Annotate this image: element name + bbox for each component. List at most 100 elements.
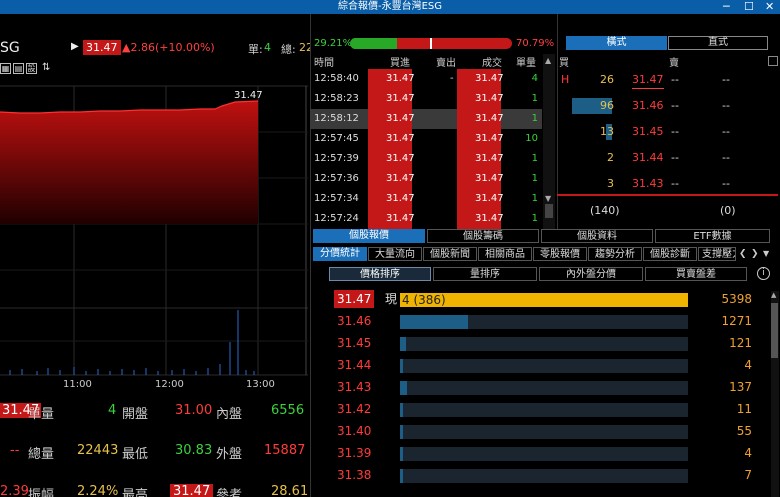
tick-row[interactable]: 12:57:39 31.47 31.47 1 (310, 149, 542, 169)
price-dist-row[interactable]: 31.43 137 (310, 377, 780, 397)
orderbook-row[interactable]: H 26 31.47 -- -- (557, 70, 780, 90)
dist-bar (400, 425, 403, 439)
tick-vol: 1 (531, 93, 538, 104)
tick-row[interactable]: 12:58:12 31.47 31.47 1 (310, 109, 542, 129)
tab-stock-quote[interactable]: 個股報價 (313, 229, 425, 243)
orderbook-row[interactable]: 96 31.46 -- -- (557, 96, 780, 116)
dist-vol: 55 (736, 424, 752, 438)
sell-label: 賣 (669, 58, 679, 69)
header-vol: 4 (264, 41, 271, 54)
tick-row[interactable]: 12:57:45 31.47 31.47 10 (310, 129, 542, 149)
tick-ask: - (450, 73, 454, 84)
tick-time: 12:57:34 (314, 193, 359, 204)
dist-vol: 4 (744, 358, 752, 372)
tick-vol: 1 (531, 173, 538, 184)
tab-stock-chips[interactable]: 個股籌碼 (427, 229, 539, 243)
price-dist-row[interactable]: 31.42 11 (310, 399, 780, 419)
tab-menu-icon[interactable]: ▼ (763, 247, 773, 261)
tab-prev-icon[interactable]: ❮ (739, 247, 749, 261)
bid-vol: 26 (600, 73, 614, 86)
ask-price: -- (671, 99, 679, 112)
grid-icon[interactable]: ▤ (13, 63, 24, 74)
settings-icon[interactable]: 設 (26, 63, 37, 74)
subtab-stock-news[interactable]: 個股新聞 (423, 247, 477, 261)
subtab-volume-flow[interactable]: 大量流向 (368, 247, 422, 261)
scroll-up-icon[interactable]: ▲ (545, 56, 551, 65)
bar-sort-icon[interactable]: ⇅ (42, 62, 50, 73)
price-dist-row[interactable]: 31.45 121 (310, 333, 780, 353)
orderbook-row[interactable]: 3 31.43 -- -- (557, 174, 780, 194)
dist-bar (400, 381, 407, 395)
dist-vol: 137 (729, 380, 752, 394)
dist-bar (400, 337, 406, 351)
bid-price: 31.44 (632, 151, 664, 164)
tick-scrollbar[interactable]: ▲ ▼ (543, 54, 555, 229)
header-price: 31.47 (83, 40, 121, 55)
tab-stock-info[interactable]: 個股資料 (541, 229, 653, 243)
dist-price: 31.39 (337, 446, 372, 460)
quote-row: 2.39 振幅 2.24% 最高 31.47 參考 28.61 (0, 484, 308, 497)
subtab-price-stats[interactable]: 分價統計 (313, 247, 367, 261)
subtab-trend[interactable]: 趨勢分析 (588, 247, 642, 261)
tick-time: 12:57:36 (314, 173, 359, 184)
calendar-icon[interactable]: ▦ (0, 63, 11, 74)
sort-price[interactable]: 價格排序 (329, 267, 431, 281)
tab-next-icon[interactable]: ❯ (751, 247, 761, 261)
quote-label: 外盤 (216, 447, 243, 462)
dist-bar (400, 403, 403, 417)
play-icon[interactable]: ▶ (71, 41, 79, 52)
tick-time: 12:57:39 (314, 153, 359, 164)
orderbook-scroll-button[interactable] (768, 56, 778, 66)
subtab-diagnosis[interactable]: 個股診斷 (643, 247, 697, 261)
bid-price: 31.45 (632, 125, 664, 138)
tick-row[interactable]: 12:58:23 31.47 31.47 1 (310, 89, 542, 109)
dist-scroll-up-icon[interactable]: ▲ (771, 291, 776, 299)
close-icon[interactable]: ✕ (765, 0, 774, 14)
quote-label: 總量 (28, 447, 55, 462)
dist-scrollbar[interactable]: ▲ (771, 291, 779, 497)
tab-horizontal[interactable]: 橫式 (566, 36, 667, 50)
scroll-down-icon[interactable]: ▼ (545, 194, 551, 203)
price-dist-row[interactable]: 31.38 7 (310, 465, 780, 485)
tick-row[interactable]: 12:57:34 31.47 31.47 1 (310, 189, 542, 209)
intraday-chart: 31.47 11:00 12:00 13:00 (0, 85, 308, 390)
maximize-icon[interactable]: ☐ (744, 0, 754, 14)
quote-value: -- (10, 443, 20, 458)
quote-value: 22443 (77, 443, 119, 458)
orderbook-row[interactable]: 13 31.45 -- -- (557, 122, 780, 142)
price-dist-row[interactable]: 31.46 1271 (310, 311, 780, 331)
tick-row[interactable]: 12:58:40 31.47 - 31.47 4 (310, 69, 542, 89)
sort-inout[interactable]: 內外盤分價 (539, 267, 643, 281)
bid-price: 31.47 (632, 72, 664, 89)
dist-scroll-thumb[interactable] (771, 303, 778, 358)
tick-time: 12:58:40 (314, 73, 359, 84)
tab-vertical[interactable]: 直式 (668, 36, 768, 50)
quote-label: 內盤 (216, 407, 243, 422)
price-dist-row[interactable]: 31.40 55 (310, 421, 780, 441)
dist-bar (400, 315, 468, 329)
sort-spread[interactable]: 買賣盤差 (645, 267, 747, 281)
quote-row: -- 總量 22443 最低 30.83 外盤 15887 (0, 443, 308, 462)
price-dist-row[interactable]: 31.44 4 (310, 355, 780, 375)
tick-vol: 10 (525, 133, 538, 144)
bid-price: 31.43 (632, 177, 664, 190)
col-deal: 成交 (482, 58, 502, 69)
scroll-thumb[interactable] (545, 204, 553, 218)
subtab-odd-lot[interactable]: 零股報價 (533, 247, 587, 261)
dist-vol: 4 (744, 446, 752, 460)
price-dist-row[interactable]: 31.39 4 (310, 443, 780, 463)
tab-etf-data[interactable]: ETF數據 (655, 229, 770, 243)
orderbook-row[interactable]: 2 31.44 -- -- (557, 148, 780, 168)
quote-value: 30.83 (175, 443, 213, 458)
minimize-icon[interactable]: ─ (723, 0, 730, 14)
ask-vol: -- (722, 99, 730, 112)
sort-volume[interactable]: 量排序 (433, 267, 537, 281)
tick-row[interactable]: 12:57:36 31.47 31.47 1 (310, 169, 542, 189)
subtab-support[interactable]: 支撐壓力 (698, 247, 736, 261)
ratio-bar (350, 38, 512, 49)
tick-row[interactable]: 12:57:24 31.47 31.47 1 (310, 209, 542, 229)
tick-vol: 1 (531, 213, 538, 224)
subtab-related[interactable]: 相關商品 (478, 247, 532, 261)
price-dist-row[interactable]: 31.47 現 4 (386) 5398 (310, 289, 780, 309)
info-icon[interactable]: i (757, 267, 770, 280)
